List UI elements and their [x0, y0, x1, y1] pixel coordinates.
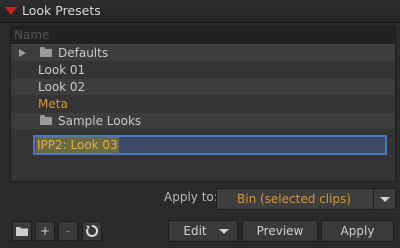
edit-label: Edit [183, 224, 207, 238]
apply-to-label: Apply to: [164, 190, 218, 204]
list-item-editing[interactable]: IPP2: Look 03 [11, 135, 395, 155]
preview-button[interactable]: Preview [242, 220, 318, 242]
list-item-look-02[interactable]: Look 02 [11, 79, 395, 95]
column-header-name: Name [14, 28, 50, 42]
list-item-label: Defaults [58, 46, 109, 60]
chevron-down-icon[interactable] [219, 229, 229, 234]
panel-title: Look Presets [22, 3, 101, 18]
folder-icon [40, 115, 52, 125]
panel-titlebar: Look Presets [0, 0, 400, 23]
folder-icon [40, 47, 52, 57]
apply-label: Apply [340, 224, 375, 238]
apply-to-value: Bin (selected clips) [237, 192, 351, 206]
add-button[interactable]: + [35, 221, 55, 241]
list-item-defaults[interactable]: Defaults [11, 45, 395, 61]
list-item-sample-looks[interactable]: Sample Looks [11, 113, 395, 129]
preview-label: Preview [256, 224, 304, 238]
refresh-button[interactable] [82, 221, 102, 241]
collapse-triangle-icon[interactable] [5, 7, 17, 15]
new-folder-button[interactable] [12, 221, 32, 241]
remove-label: - [65, 224, 71, 238]
rename-input-text[interactable]: IPP2: Look 03 [36, 137, 119, 153]
list-item-look-01[interactable]: Look 01 [11, 62, 395, 78]
list-item-meta[interactable]: Meta [11, 96, 395, 112]
list-item-label: Look 01 [38, 63, 86, 77]
rename-input[interactable]: IPP2: Look 03 [33, 135, 387, 155]
refresh-icon [86, 224, 99, 237]
list-item-label: Meta [38, 97, 68, 111]
expand-triangle-icon[interactable] [19, 49, 26, 57]
folder-icon [16, 227, 28, 236]
remove-button[interactable]: - [58, 221, 78, 241]
list-item-label: Sample Looks [58, 114, 142, 128]
list-header: Name [11, 27, 395, 45]
edit-button[interactable]: Edit [168, 220, 238, 242]
chevron-down-icon[interactable] [380, 197, 390, 202]
apply-button[interactable]: Apply [321, 220, 394, 242]
add-label: + [39, 224, 51, 238]
presets-list[interactable]: Name Defaults Look 01 Look 02 Meta Sampl… [10, 26, 396, 182]
list-item-label: Look 02 [38, 80, 86, 94]
dropdown-divider [373, 189, 374, 209]
apply-to-dropdown[interactable]: Bin (selected clips) [216, 188, 396, 210]
